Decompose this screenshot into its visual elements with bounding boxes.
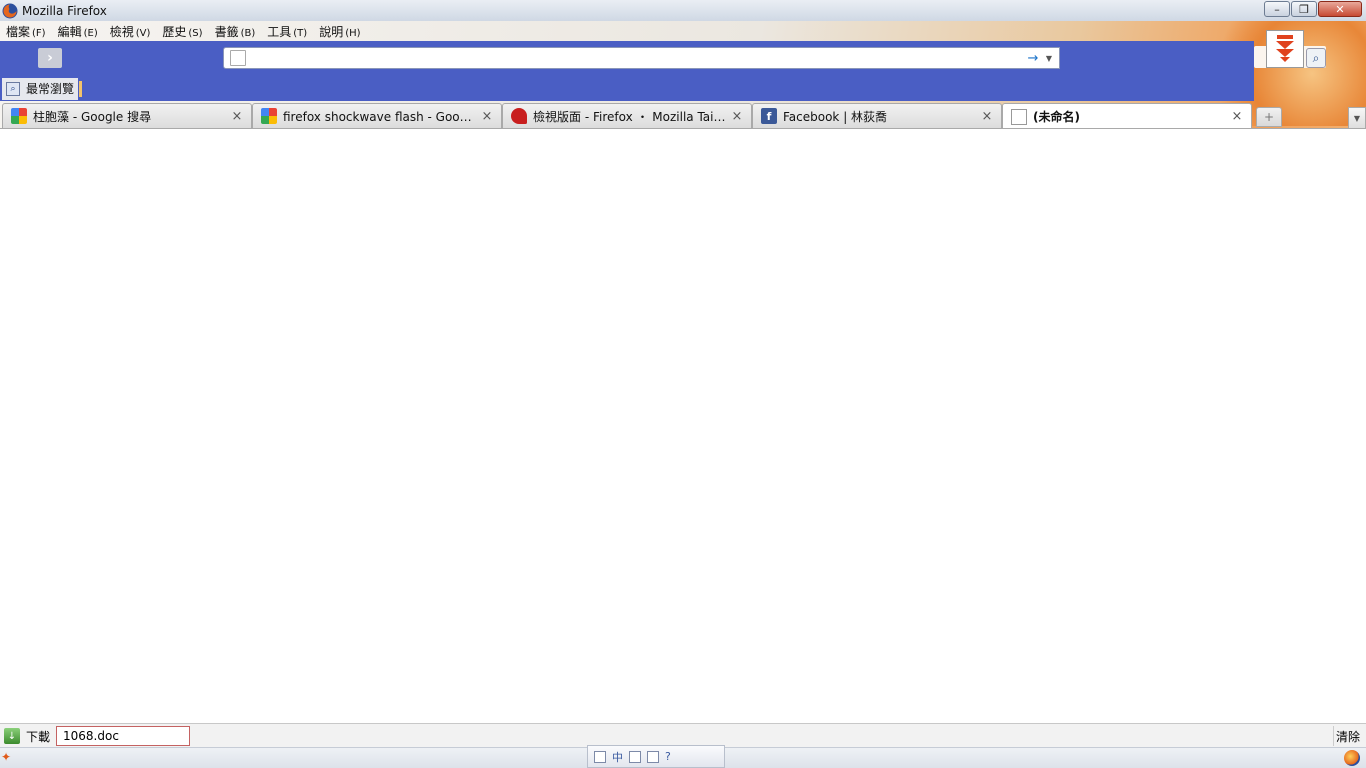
tab-google-search-2[interactable]: firefox shockwave flash - Google 搜尋 × (252, 103, 502, 128)
navigation-toolbar: › → ▼ (0, 41, 1254, 76)
tab-close-icon[interactable]: × (729, 109, 745, 124)
go-arrow-icon[interactable]: → (1025, 51, 1041, 66)
firefox-status-icon[interactable] (1344, 750, 1360, 766)
menu-edit[interactable]: 編輯 (E) (52, 23, 104, 40)
bookmark-label: 最常瀏覽 (26, 82, 75, 96)
download-icon: ↓ (4, 728, 20, 744)
menu-accel: (F) (32, 27, 46, 39)
title-bar: Mozilla Firefox – ❐ ✕ (0, 0, 1366, 21)
url-input[interactable] (254, 49, 1025, 67)
menu-accel: (E) (83, 27, 98, 39)
ime-mode-indicator[interactable]: 中 (612, 749, 623, 765)
menu-label: 說明 (319, 24, 344, 39)
menu-accel: (S) (188, 27, 203, 39)
page-icon (1011, 108, 1027, 125)
downloads-label[interactable]: 下載 (26, 728, 50, 745)
download-item[interactable]: 1068.doc (56, 726, 190, 746)
ime-toolbar: 中 ? (587, 745, 725, 768)
minimize-button[interactable]: – (1264, 1, 1290, 17)
download-helper-button[interactable] (1266, 30, 1304, 68)
menu-label: 編輯 (57, 24, 82, 39)
menu-accel: (H) (345, 27, 361, 39)
tab-list-dropdown-icon[interactable]: ▼ (1348, 107, 1366, 129)
menu-accel: (T) (293, 27, 308, 39)
tab-facebook[interactable]: f Facebook | 林荻喬 × (752, 103, 1002, 128)
menu-label: 書籤 (214, 24, 239, 39)
menu-help[interactable]: 說明 (H) (313, 23, 366, 40)
divider (1333, 726, 1334, 746)
forward-button[interactable]: › (38, 48, 62, 68)
google-icon (11, 108, 27, 124)
ime-fullwidth-icon[interactable] (629, 750, 641, 763)
menu-bookmarks[interactable]: 書籤 (B) (209, 23, 262, 40)
ime-keyboard-icon[interactable] (647, 750, 659, 763)
tab-close-icon[interactable]: × (979, 109, 995, 124)
bookmark-most-visited[interactable]: ⌕ 最常瀏覽 (2, 77, 79, 100)
tab-label: Facebook | 林荻喬 (783, 109, 888, 124)
menu-label: 檢視 (109, 24, 134, 39)
new-tab-button[interactable]: + (1256, 107, 1282, 127)
tab-close-icon[interactable]: × (1229, 109, 1245, 124)
url-history-dropdown-icon[interactable]: ▼ (1041, 54, 1057, 63)
tab-mozilla-taiwan[interactable]: 檢視版面 - Firefox ・ Mozilla Taiwa... × (502, 103, 752, 128)
mozilla-icon (511, 108, 527, 124)
menu-view[interactable]: 檢視 (V) (104, 23, 157, 40)
menu-label: 檔案 (6, 24, 31, 39)
clear-downloads-button[interactable]: 清除 (1336, 728, 1360, 745)
url-bar[interactable]: → ▼ (223, 47, 1060, 69)
tab-google-search-1[interactable]: 柱胞藻 - Google 搜尋 × (2, 103, 252, 128)
maximize-button[interactable]: ❐ (1291, 1, 1317, 17)
window-controls: – ❐ ✕ (1264, 1, 1362, 17)
google-icon (261, 108, 277, 124)
window-title: Mozilla Firefox (22, 3, 107, 18)
fox-addon-icon[interactable]: ✦ (1, 750, 17, 766)
download-bar: ↓ 下載 1068.doc 清除 (0, 723, 1366, 747)
menu-label: 工具 (267, 24, 292, 39)
tab-strip: 柱胞藻 - Google 搜尋 × firefox shockwave flas… (0, 103, 1366, 129)
tab-close-icon[interactable]: × (479, 109, 495, 124)
download-arrows-icon (1276, 35, 1294, 62)
ime-help-icon[interactable]: ? (665, 750, 671, 763)
page-icon (230, 50, 246, 66)
tab-label: 檢視版面 - Firefox ・ Mozilla Taiwa... (533, 109, 729, 124)
smart-folder-icon: ⌕ (6, 81, 20, 96)
menu-accel: (B) (240, 27, 256, 39)
page-content[interactable] (0, 129, 1366, 723)
tab-close-icon[interactable]: × (229, 109, 245, 124)
tab-label: (未命名) (1033, 110, 1080, 124)
menu-tools[interactable]: 工具 (T) (261, 23, 313, 40)
search-icon[interactable]: ⌕ (1306, 48, 1326, 68)
tab-untitled[interactable]: (未命名) × (1002, 103, 1252, 129)
bookmarks-toolbar: ⌕ 最常瀏覽 (0, 76, 1254, 101)
firefox-logo-icon (2, 3, 18, 18)
tab-label: 柱胞藻 - Google 搜尋 (33, 109, 152, 124)
menu-label: 歷史 (162, 24, 187, 39)
tab-label: firefox shockwave flash - Google 搜尋 (283, 109, 479, 124)
menu-history[interactable]: 歷史 (S) (156, 23, 208, 40)
menu-file[interactable]: 檔案 (F) (0, 23, 52, 40)
menu-accel: (V) (135, 27, 151, 39)
close-window-button[interactable]: ✕ (1318, 1, 1362, 17)
ime-settings-icon[interactable] (594, 750, 606, 763)
facebook-icon: f (761, 108, 777, 124)
bookmark-separator (79, 80, 83, 97)
menu-bar: 檔案 (F) 編輯 (E) 檢視 (V) 歷史 (S) 書籤 (B) 工具 (T) 說明 (H… (0, 21, 367, 41)
